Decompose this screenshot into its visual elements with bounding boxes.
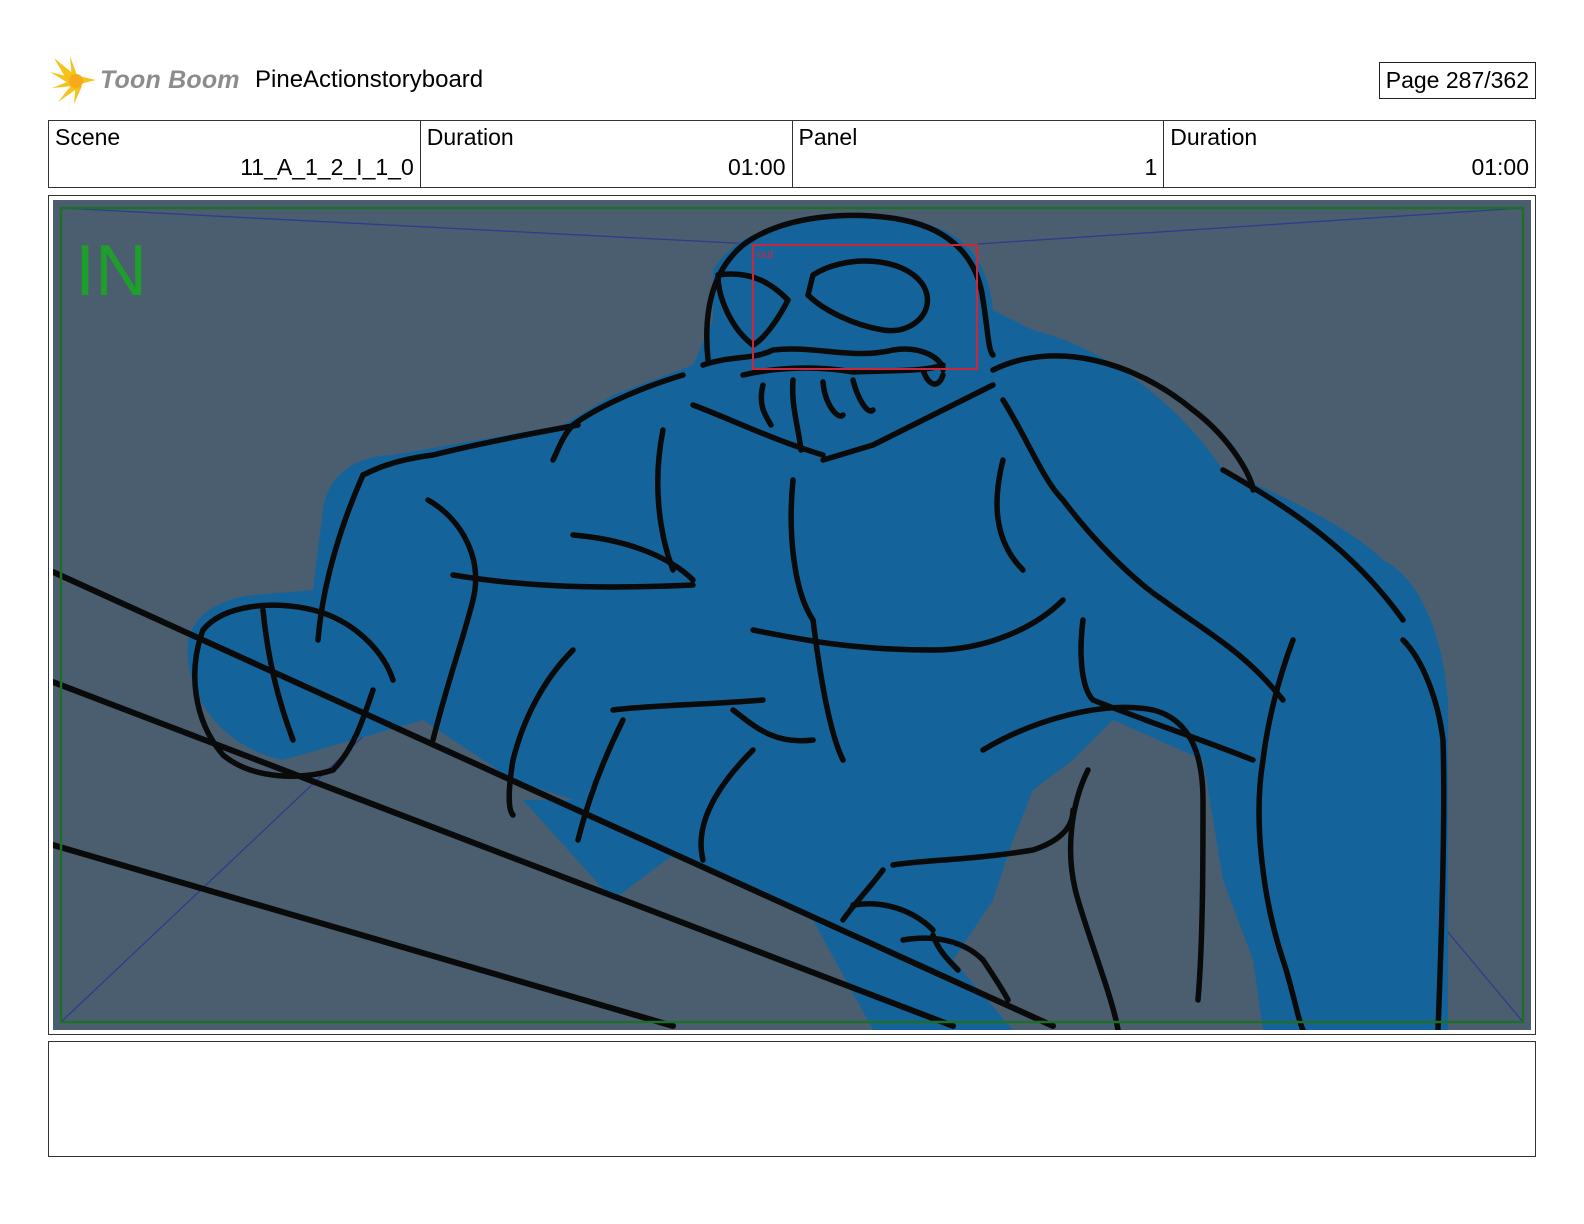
scene-cell: Scene 11_A_1_2_I_1_0	[49, 121, 421, 187]
camera-out-label: out	[757, 247, 774, 261]
panel-value: 1	[1144, 154, 1158, 180]
camera-in-label: IN	[75, 231, 147, 311]
project-title: PineActionstoryboard	[255, 66, 484, 93]
scene-duration-cell: Duration 01:00	[421, 121, 793, 187]
toon-boom-logo: Toon Boom	[48, 52, 248, 108]
panel-cell: Panel 1	[793, 121, 1165, 187]
page-header: Toon Boom PineActionstoryboard Page 287/…	[48, 52, 1536, 108]
panel-notes-box	[48, 1041, 1536, 1157]
panel-duration-label: Duration	[1170, 124, 1258, 150]
page-number: Page 287/362	[1378, 62, 1536, 99]
starburst-icon	[50, 56, 96, 104]
panel-duration-cell: Duration 01:00	[1164, 121, 1535, 187]
panel-label: Panel	[798, 124, 858, 150]
scene-value: 11_A_1_2_I_1_0	[240, 154, 414, 180]
scene-duration-label: Duration	[426, 124, 514, 150]
logo-wordmark: Toon Boom	[100, 65, 240, 94]
panel-drawing: IN out	[53, 200, 1531, 1030]
storyboard-panel: IN out	[48, 195, 1536, 1035]
scene-info-table: Scene 11_A_1_2_I_1_0 Duration 01:00 Pane…	[48, 120, 1536, 188]
panel-duration-value: 01:00	[1471, 154, 1529, 180]
scene-label: Scene	[55, 124, 121, 150]
scene-duration-value: 01:00	[727, 154, 786, 180]
